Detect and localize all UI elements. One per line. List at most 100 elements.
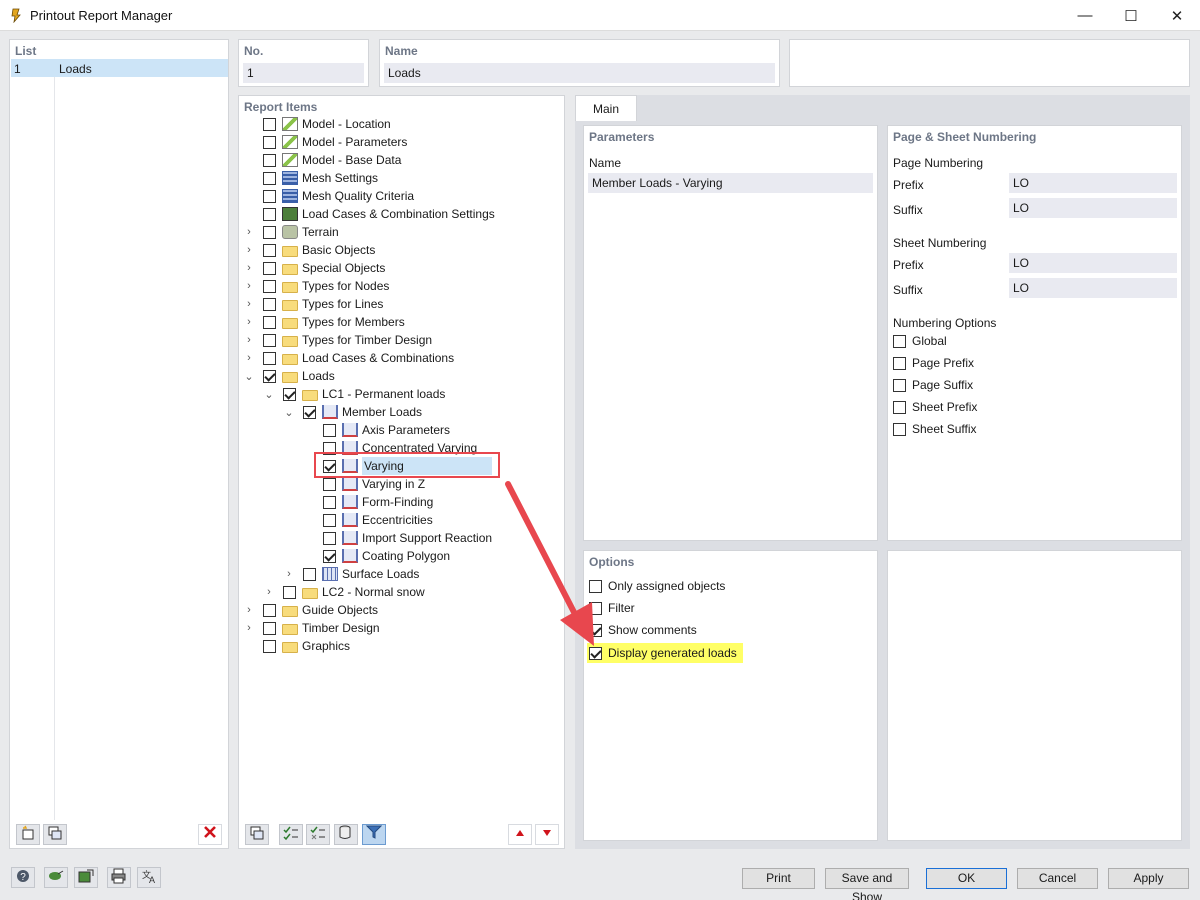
close-button[interactable]: ✕ xyxy=(1154,0,1200,31)
numbering-option-checkbox[interactable] xyxy=(893,378,906,392)
tree-item[interactable]: Coating Polygon xyxy=(303,547,450,565)
tree-item-checkbox[interactable] xyxy=(263,315,276,329)
tree-item-checkbox[interactable] xyxy=(263,333,276,347)
ok-button[interactable]: OK xyxy=(926,868,1007,889)
numbering-option[interactable]: Sheet Suffix xyxy=(893,420,977,438)
tree-item-checkbox[interactable] xyxy=(263,225,276,239)
tree-item[interactable]: Eccentricities xyxy=(303,511,433,529)
tree-item[interactable]: › Surface Loads xyxy=(283,565,419,583)
chevron-down-icon[interactable]: ⌄ xyxy=(263,388,275,401)
tree-item-checkbox[interactable] xyxy=(263,189,276,203)
sheet-suffix-field[interactable]: LO xyxy=(1009,278,1177,298)
chevron-right-icon[interactable]: › xyxy=(263,586,275,598)
apply-button[interactable]: Apply xyxy=(1108,868,1189,889)
tree-item[interactable]: › Special Objects xyxy=(243,259,385,277)
numbering-option[interactable]: Page Suffix xyxy=(893,376,973,394)
tree-item-checkbox[interactable] xyxy=(323,531,336,545)
tree-item-checkbox[interactable] xyxy=(263,369,276,383)
tree-item-checkbox[interactable] xyxy=(323,477,336,491)
check-selected-button[interactable] xyxy=(306,824,330,845)
chevron-right-icon[interactable]: › xyxy=(243,334,255,346)
tree-item[interactable]: Axis Parameters xyxy=(303,421,450,439)
tree-item[interactable]: › Types for Timber Design xyxy=(243,331,432,349)
tree-item[interactable]: Model - Location xyxy=(243,115,391,133)
maximize-button[interactable]: ☐ xyxy=(1108,0,1154,31)
units-button[interactable] xyxy=(44,867,68,888)
tree-item-checkbox[interactable] xyxy=(323,495,336,509)
chevron-down-icon[interactable]: ⌄ xyxy=(283,406,295,419)
chevron-right-icon[interactable]: › xyxy=(243,280,255,292)
tree-item[interactable]: › LC2 - Normal snow xyxy=(263,583,425,601)
move-up-button[interactable] xyxy=(508,824,532,845)
numbering-option[interactable]: Sheet Prefix xyxy=(893,398,977,416)
delete-report-button[interactable] xyxy=(198,824,222,845)
tree-item[interactable]: › Types for Nodes xyxy=(243,277,389,295)
database-button[interactable] xyxy=(334,824,358,845)
tree-item-checkbox[interactable] xyxy=(303,567,316,581)
cancel-button[interactable]: Cancel xyxy=(1017,868,1098,889)
page-suffix-field[interactable]: LO xyxy=(1009,198,1177,218)
tree-item-checkbox[interactable] xyxy=(323,513,336,527)
print-button[interactable]: Print xyxy=(742,868,815,889)
numbering-option[interactable]: Page Prefix xyxy=(893,354,974,372)
new-report-button[interactable] xyxy=(16,824,40,845)
chevron-right-icon[interactable]: › xyxy=(243,298,255,310)
tree-item[interactable]: ⌄ LC1 - Permanent loads xyxy=(263,385,445,403)
copy-item-button[interactable] xyxy=(245,824,269,845)
numbering-option-checkbox[interactable] xyxy=(893,356,906,370)
tab-main[interactable]: Main xyxy=(575,95,637,121)
numbering-option-checkbox[interactable] xyxy=(893,334,906,348)
tree-item-checkbox[interactable] xyxy=(263,261,276,275)
tree-item[interactable]: Import Support Reaction xyxy=(303,529,492,547)
tree-item-checkbox[interactable] xyxy=(283,585,296,599)
tree-item-checkbox[interactable] xyxy=(263,603,276,617)
tree-item[interactable]: › Guide Objects xyxy=(243,601,378,619)
tree-item[interactable]: ⌄ Member Loads xyxy=(283,403,422,421)
chevron-right-icon[interactable]: › xyxy=(283,568,295,580)
page-prefix-field[interactable]: LO xyxy=(1009,173,1177,193)
minimize-button[interactable]: — xyxy=(1062,0,1108,31)
chevron-right-icon[interactable]: › xyxy=(243,244,255,256)
tree-item-checkbox[interactable] xyxy=(263,207,276,221)
tree-item[interactable]: › Types for Members xyxy=(243,313,405,331)
tree-item[interactable]: › Load Cases & Combinations xyxy=(243,349,454,367)
print-settings-button[interactable] xyxy=(107,867,131,888)
tree-item-checkbox[interactable] xyxy=(263,243,276,257)
language-button[interactable]: 文A xyxy=(137,867,161,888)
tree-item[interactable]: Mesh Settings xyxy=(243,169,378,187)
numbering-option-checkbox[interactable] xyxy=(893,422,906,436)
chevron-right-icon[interactable]: › xyxy=(243,352,255,364)
check-all-button[interactable] xyxy=(279,824,303,845)
tree-item-checkbox[interactable] xyxy=(323,549,336,563)
copy-report-button[interactable] xyxy=(43,824,67,845)
tree-item[interactable]: › Basic Objects xyxy=(243,241,375,259)
list-row[interactable]: 1 Loads xyxy=(11,59,228,77)
chevron-right-icon[interactable]: › xyxy=(243,262,255,274)
tree-item[interactable]: Model - Parameters xyxy=(243,133,407,151)
tree-item-checkbox[interactable] xyxy=(303,405,316,419)
chevron-right-icon[interactable]: › xyxy=(243,226,255,238)
save-and-show-button[interactable]: Save and Show xyxy=(825,868,909,900)
sheet-prefix-field[interactable]: LO xyxy=(1009,253,1177,273)
numbering-option[interactable]: Global xyxy=(893,332,947,350)
tree-item[interactable]: ⌄ Loads xyxy=(243,367,334,385)
tree-item-checkbox[interactable] xyxy=(263,297,276,311)
tree-item[interactable]: Form-Finding xyxy=(303,493,433,511)
tree-item-checkbox[interactable] xyxy=(263,351,276,365)
export-button[interactable] xyxy=(74,867,98,888)
chevron-right-icon[interactable]: › xyxy=(243,604,255,616)
number-field[interactable]: 1 xyxy=(243,63,364,83)
tree-item[interactable]: › Types for Lines xyxy=(243,295,383,313)
tree-item-checkbox[interactable] xyxy=(263,171,276,185)
tree-item-checkbox[interactable] xyxy=(323,423,336,437)
tree-item-checkbox[interactable] xyxy=(263,135,276,149)
tree-item-checkbox[interactable] xyxy=(263,117,276,131)
filter-button[interactable] xyxy=(362,824,386,845)
tree-item[interactable]: › Terrain xyxy=(243,223,339,241)
tree-item[interactable]: Graphics xyxy=(243,637,350,655)
chevron-right-icon[interactable]: › xyxy=(243,316,255,328)
tree-item[interactable]: Mesh Quality Criteria xyxy=(243,187,414,205)
tree-item-checkbox[interactable] xyxy=(263,639,276,653)
tree-item[interactable]: Load Cases & Combination Settings xyxy=(243,205,495,223)
tree-item-checkbox[interactable] xyxy=(263,279,276,293)
